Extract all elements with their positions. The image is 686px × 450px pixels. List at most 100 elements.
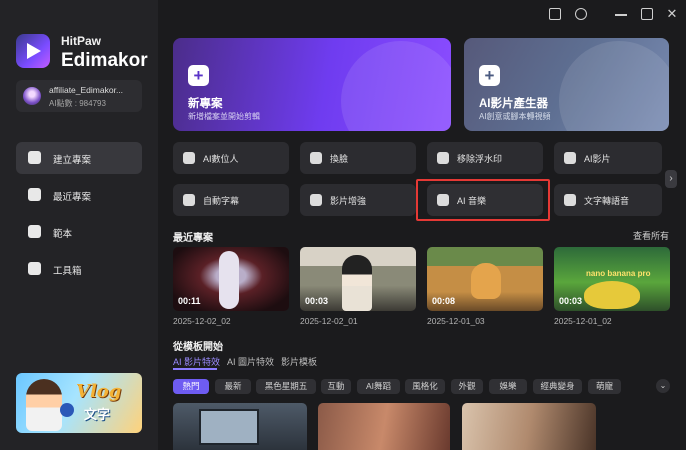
promo-subtitle: 文字 xyxy=(84,407,111,422)
filter-chip[interactable]: 黑色星期五 xyxy=(256,379,316,394)
brand-name: Edimakor xyxy=(61,50,148,71)
recent-project-thumbnail[interactable]: nano banana pro 00:03 xyxy=(554,247,670,311)
card-decoration xyxy=(341,41,451,131)
project-date: 2025-12-02_01 xyxy=(300,316,358,326)
filter-chip[interactable]: 娛樂 xyxy=(489,379,527,394)
account-card[interactable]: affiliate_Edimakor... AI點數 : 984793 xyxy=(16,80,142,112)
project-date: 2025-12-01_03 xyxy=(427,316,485,326)
thumbnail-figure xyxy=(199,409,259,445)
face-swap-icon xyxy=(310,152,322,164)
avatar-icon xyxy=(183,152,195,164)
folder-icon xyxy=(28,188,41,201)
promo-title: Vlog xyxy=(76,381,122,402)
thumbnail-figure xyxy=(584,281,640,309)
recent-project-thumbnail[interactable]: 00:11 xyxy=(173,247,289,311)
tool-label: 影片增強 xyxy=(330,196,367,206)
tab-ai-image-effects[interactable]: AI 圖片特效 xyxy=(227,355,274,368)
ai-video-generator-card[interactable]: + AI影片產生器 AI創意或腳本轉視頻 xyxy=(464,38,669,131)
brand-name-small: HitPaw xyxy=(61,34,102,48)
sidebar-item-recent-projects[interactable]: 最近專案 xyxy=(16,179,142,211)
video-duration: 00:03 xyxy=(559,296,583,306)
highlight-box xyxy=(416,179,550,221)
templates-title: 從模板開始 xyxy=(173,342,223,353)
ai-video-icon xyxy=(564,152,576,164)
filter-chip[interactable]: 熱門 xyxy=(173,379,209,394)
chevron-down-icon[interactable]: ⌄ xyxy=(656,379,670,393)
tab-ai-video-effects[interactable]: AI 影片特效 xyxy=(173,355,220,368)
recent-projects-title: 最近專案 xyxy=(173,233,213,244)
tool-watermark-remover[interactable]: 移除浮水印 xyxy=(427,142,543,174)
filter-chip[interactable]: AI舞蹈 xyxy=(357,379,400,394)
sidebar-item-label: 範本 xyxy=(53,229,73,240)
ai-video-generator-subtitle: AI創意或腳本轉視頻 xyxy=(479,112,551,121)
filter-chip[interactable]: 風格化 xyxy=(405,379,445,394)
ai-video-generator-title: AI影片產生器 xyxy=(479,98,548,110)
tab-video-templates[interactable]: 影片模板 xyxy=(281,355,317,368)
template-thumbnail[interactable] xyxy=(173,403,307,450)
tool-ai-video[interactable]: AI影片 xyxy=(554,142,662,174)
tool-text-to-speech[interactable]: 文字轉語音 xyxy=(554,184,662,216)
project-date: 2025-12-01_02 xyxy=(554,316,612,326)
new-project-card[interactable]: + 新專案 新增檔案並開始剪輯 xyxy=(173,38,451,131)
filter-chip[interactable]: 最新 xyxy=(215,379,251,394)
sidebar: HitPaw Edimakor affiliate_Edimakor... AI… xyxy=(0,0,158,450)
maximize-icon[interactable] xyxy=(641,8,653,20)
filter-chip[interactable]: 外觀 xyxy=(451,379,483,394)
active-tab-indicator xyxy=(173,368,217,370)
tool-ai-avatar[interactable]: AI數位人 xyxy=(173,142,289,174)
captions-icon xyxy=(183,194,195,206)
close-icon[interactable]: ✕ xyxy=(666,7,678,20)
enhance-icon xyxy=(310,194,322,206)
chevron-right-icon[interactable]: › xyxy=(665,170,677,188)
tool-label: 換臉 xyxy=(330,154,349,164)
new-project-subtitle: 新增檔案並開始剪輯 xyxy=(188,112,260,121)
video-duration: 00:08 xyxy=(432,296,456,306)
minimize-icon[interactable] xyxy=(615,14,627,16)
toolbox-icon xyxy=(28,262,41,275)
project-date: 2025-12-02_02 xyxy=(173,316,231,326)
new-project-title: 新專案 xyxy=(188,98,223,110)
tool-video-enhancer[interactable]: 影片增強 xyxy=(300,184,416,216)
sidebar-item-label: 建立專案 xyxy=(53,155,92,166)
tool-face-swap[interactable]: 換臉 xyxy=(300,142,416,174)
filter-chip[interactable]: 萌寵 xyxy=(588,379,621,394)
info-icon[interactable] xyxy=(575,8,587,20)
vlog-promo-banner[interactable]: Vlog 文字 xyxy=(16,373,142,433)
plus-icon: + xyxy=(188,65,209,86)
sidebar-item-label: 工具箱 xyxy=(53,266,82,277)
promo-balloon-image xyxy=(60,403,74,417)
filter-chip[interactable]: 互動 xyxy=(321,379,351,394)
template-icon xyxy=(28,225,41,238)
video-duration: 00:03 xyxy=(305,296,329,306)
filter-chip[interactable]: 經典變身 xyxy=(533,379,582,394)
see-all-link[interactable]: 查看所有 xyxy=(633,229,669,242)
recent-project-thumbnail[interactable]: 00:03 xyxy=(300,247,416,311)
template-thumbnail[interactable] xyxy=(318,403,450,450)
tool-label: 自動字幕 xyxy=(203,196,240,206)
sidebar-item-templates[interactable]: 範本 xyxy=(16,216,142,248)
watermark-remove-icon xyxy=(437,152,449,164)
sidebar-item-label: 最近專案 xyxy=(53,192,92,203)
tool-label: 文字轉語音 xyxy=(584,196,630,206)
avatar xyxy=(23,87,41,105)
template-thumbnail[interactable] xyxy=(462,403,596,450)
sidebar-item-toolbox[interactable]: 工具箱 xyxy=(16,253,142,285)
account-name: affiliate_Edimakor... xyxy=(49,85,124,95)
thumbnail-caption: nano banana pro xyxy=(586,269,651,278)
tool-label: AI數位人 xyxy=(203,154,239,164)
home-icon xyxy=(28,151,41,164)
ai-credits: AI點數 : 984793 xyxy=(49,99,106,108)
thumbnail-figure xyxy=(342,255,372,311)
card-decoration xyxy=(559,41,669,131)
tool-label: 移除浮水印 xyxy=(457,154,503,164)
thumbnail-figure xyxy=(471,263,501,299)
tool-label: AI影片 xyxy=(584,154,611,164)
tool-auto-captions[interactable]: 自動字幕 xyxy=(173,184,289,216)
thumbnail-figure xyxy=(219,251,239,309)
sidebar-item-create-project[interactable]: 建立專案 xyxy=(16,142,142,174)
recent-project-thumbnail[interactable]: 00:08 xyxy=(427,247,543,311)
tts-icon xyxy=(564,194,576,206)
promo-character-image xyxy=(26,379,62,431)
feedback-icon[interactable] xyxy=(549,8,561,20)
plus-icon: + xyxy=(479,65,500,86)
